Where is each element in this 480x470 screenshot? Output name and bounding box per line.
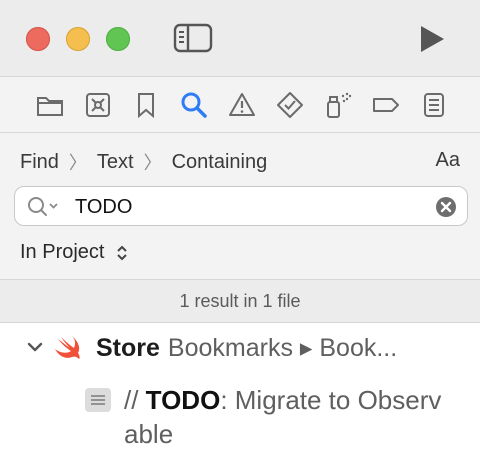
- swift-file-icon: [55, 336, 80, 359]
- test-diamond-icon[interactable]: [276, 91, 304, 119]
- match-case-toggle[interactable]: Aa: [436, 149, 460, 172]
- up-down-chevron-icon: [117, 245, 128, 260]
- breakpoint-tag-icon[interactable]: [372, 91, 400, 119]
- find-panel: Find 〉 Text 〉 Containing Aa TODO In Proj…: [0, 133, 480, 279]
- result-match-line[interactable]: // TODO: Migrate to Observable: [124, 383, 454, 451]
- find-icon[interactable]: [180, 91, 208, 119]
- search-scope-popup[interactable]: In Project: [20, 241, 128, 264]
- breadcrumb-text[interactable]: Text: [97, 151, 134, 174]
- window-titlebar: [0, 0, 480, 76]
- search-field[interactable]: TODO: [14, 186, 468, 226]
- zoom-window-button[interactable]: [106, 27, 130, 51]
- result-file-name: Store: [96, 334, 160, 362]
- result-file-row[interactable]: Store Bookmarks ▸ Book...: [96, 333, 397, 363]
- report-list-icon[interactable]: [420, 91, 448, 119]
- run-play-icon[interactable]: [418, 24, 446, 54]
- results-list: Store Bookmarks ▸ Book... // TODO: Migrat…: [0, 323, 480, 470]
- chevron-right-icon: 〉: [143, 153, 162, 173]
- debug-spray-icon[interactable]: [324, 91, 352, 119]
- result-summary: 1 result in 1 file: [0, 280, 480, 322]
- text-match-icon: [85, 388, 111, 412]
- result-file-path: Bookmarks ▸ Book...: [167, 334, 398, 362]
- issue-warning-icon[interactable]: [228, 91, 256, 119]
- breadcrumb-containing[interactable]: Containing: [172, 151, 268, 174]
- folder-icon[interactable]: [36, 91, 64, 119]
- bookmark-icon[interactable]: [132, 91, 160, 119]
- match-prefix: //: [124, 385, 146, 415]
- chevron-right-icon: 〉: [68, 153, 87, 173]
- clear-search-icon[interactable]: [435, 196, 457, 218]
- find-mode-breadcrumb: Find 〉 Text 〉 Containing: [20, 149, 267, 175]
- match-highlight: TODO: [145, 385, 221, 415]
- search-scope-label: In Project: [20, 241, 105, 263]
- search-options-icon[interactable]: [27, 196, 61, 218]
- source-control-icon[interactable]: [84, 91, 112, 119]
- close-window-button[interactable]: [26, 27, 50, 51]
- chevron-down-icon[interactable]: [26, 338, 44, 356]
- breadcrumb-find[interactable]: Find: [20, 151, 59, 174]
- sidebar-toggle-icon[interactable]: [172, 22, 214, 54]
- minimize-window-button[interactable]: [66, 27, 90, 51]
- search-query[interactable]: TODO: [75, 196, 132, 219]
- navigator-bar: [0, 77, 480, 132]
